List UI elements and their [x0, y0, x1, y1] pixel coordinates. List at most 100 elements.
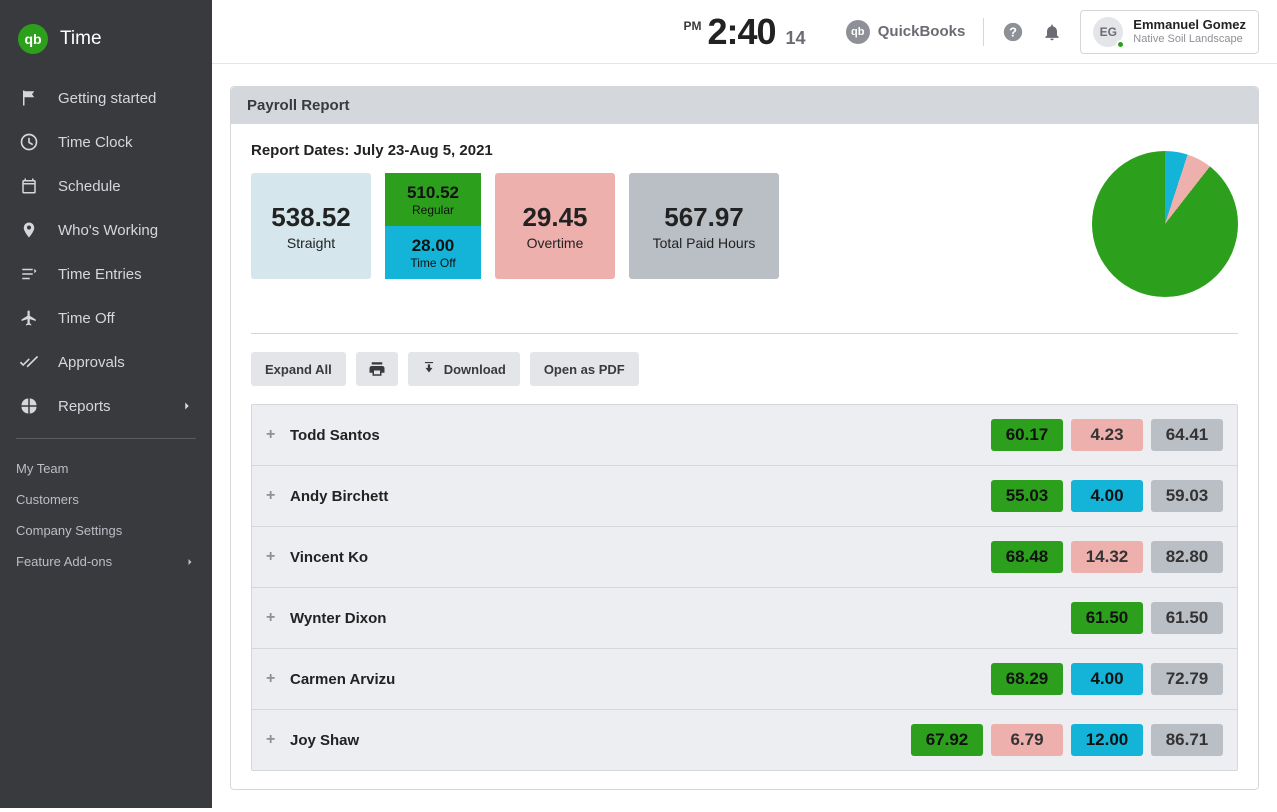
row-employee-name: Carmen Arvizu	[290, 671, 983, 688]
row-regular-hours: 67.92	[911, 724, 983, 756]
flag-icon	[18, 87, 40, 109]
button-label: Expand All	[265, 362, 332, 377]
sidebar-item-approvals[interactable]: Approvals	[0, 340, 212, 384]
print-icon	[368, 360, 386, 378]
row-timeoff-hours: 4.00	[1071, 663, 1143, 695]
row-timeoff-hours: 4.00	[1071, 480, 1143, 512]
row-regular-hours: 68.48	[991, 541, 1063, 573]
table-row: +Wynter Dixon61.5061.50	[252, 588, 1237, 649]
row-regular-hours: 55.03	[991, 480, 1063, 512]
row-regular-hours: 68.29	[991, 663, 1063, 695]
download-icon	[422, 362, 436, 376]
expand-row-button[interactable]: +	[266, 487, 282, 505]
row-total-hours: 86.71	[1151, 724, 1223, 756]
sidebar-item-label: Time Clock	[58, 134, 132, 151]
sidebar-item-time-off[interactable]: Time Off	[0, 296, 212, 340]
summary-total: 567.97 Total Paid Hours	[629, 173, 779, 279]
download-button[interactable]: Download	[408, 352, 520, 386]
button-label: Download	[444, 362, 506, 377]
summary-regular-label: Regular	[412, 203, 454, 217]
user-name: Emmanuel Gomez	[1133, 18, 1246, 32]
brand-name: Time	[60, 28, 102, 50]
sidebar-item-label: Schedule	[58, 178, 121, 195]
summary-timeoff: 28.00 Time Off	[385, 226, 481, 279]
summary-overtime: 29.45 Overtime	[495, 173, 615, 279]
summary-regular-timeoff: 510.52 Regular 28.00 Time Off	[385, 173, 481, 319]
summary-pie-chart	[1092, 151, 1238, 297]
plane-icon	[18, 307, 40, 329]
user-menu[interactable]: EG Emmanuel Gomez Native Soil Landscape	[1080, 10, 1259, 54]
row-overtime-hours: 14.32	[1071, 541, 1143, 573]
expand-row-button[interactable]: +	[266, 731, 282, 749]
report-dates-label: Report Dates:	[251, 142, 349, 159]
svg-text:?: ?	[1009, 24, 1017, 39]
sidebar-item-label: Customers	[16, 492, 79, 507]
report-rows: +Todd Santos60.174.2364.41+Andy Birchett…	[251, 404, 1238, 771]
row-overtime-hours: 6.79	[991, 724, 1063, 756]
panel-title: Payroll Report	[231, 87, 1258, 124]
topbar: PM 2:40 14 qb QuickBooks ? EG Emmanuel G…	[212, 0, 1277, 64]
table-row: + Carmen Arvizu 68.294.0072.79	[252, 649, 1237, 710]
expand-row-button[interactable]: +	[266, 670, 282, 688]
row-employee-name: Joy Shaw	[290, 732, 903, 749]
print-button[interactable]	[356, 352, 398, 386]
row-total-hours: 82.80	[1151, 541, 1223, 573]
quickbooks-link[interactable]: qb QuickBooks	[846, 20, 966, 44]
clock: PM 2:40 14	[683, 11, 805, 53]
row-total-hours: 72.79	[1151, 663, 1223, 695]
sidebar-item-label: Who's Working	[58, 222, 158, 239]
help-icon[interactable]: ?	[1002, 21, 1024, 43]
sidebar-item-label: Time Off	[58, 310, 115, 327]
content: Payroll Report Report Dates: July 23-Aug…	[212, 64, 1277, 812]
summary-total-value: 567.97	[664, 202, 744, 233]
sidebar-item-time-clock[interactable]: Time Clock	[0, 120, 212, 164]
row-employee-name: Wynter Dixon	[290, 610, 1063, 627]
summary-row: 538.52 Straight 510.52 Regular 28.00 Tim…	[251, 173, 1238, 319]
bell-icon[interactable]	[1042, 22, 1062, 42]
sidebar-item-getting-started[interactable]: Getting started	[0, 76, 212, 120]
quickbooks-icon: qb	[846, 20, 870, 44]
avatar: EG	[1093, 17, 1123, 47]
topbar-divider	[983, 18, 984, 46]
row-regular-hours: 60.17	[991, 419, 1063, 451]
clock-icon	[18, 131, 40, 153]
clock-time: 2:40	[707, 11, 775, 53]
quickbooks-label: QuickBooks	[878, 23, 966, 40]
report-panel: Payroll Report Report Dates: July 23-Aug…	[230, 86, 1259, 790]
chevron-right-icon	[184, 556, 196, 568]
sidebar-item-my-team[interactable]: My Team	[0, 453, 212, 484]
table-row: + Andy Birchett 55.034.0059.03	[252, 466, 1237, 527]
sidebar-item-label: My Team	[16, 461, 69, 476]
table-row: +Joy Shaw67.926.7912.0086.71	[252, 710, 1237, 770]
sidebar-item-customers[interactable]: Customers	[0, 484, 212, 515]
summary-total-label: Total Paid Hours	[653, 235, 756, 251]
expand-all-button[interactable]: Expand All	[251, 352, 346, 386]
summary-straight-label: Straight	[287, 235, 335, 251]
table-row: +Todd Santos60.174.2364.41	[252, 405, 1237, 466]
open-pdf-button[interactable]: Open as PDF	[530, 352, 639, 386]
action-row: Expand All Download Open as PDF	[251, 352, 1238, 386]
sidebar-item-company-settings[interactable]: Company Settings	[0, 515, 212, 546]
row-employee-name: Todd Santos	[290, 427, 983, 444]
row-overtime-hours: 4.23	[1071, 419, 1143, 451]
summary-regular: 510.52 Regular	[385, 173, 481, 226]
summary-straight: 538.52 Straight	[251, 173, 371, 279]
expand-row-button[interactable]: +	[266, 426, 282, 444]
sidebar-item-label: Reports	[58, 398, 111, 415]
summary-regular-value: 510.52	[407, 183, 459, 203]
sidebar-item-reports[interactable]: Reports	[0, 384, 212, 428]
chevron-right-icon	[180, 399, 194, 413]
sidebar-item-label: Feature Add-ons	[16, 554, 112, 569]
sidebar-item-time-entries[interactable]: Time Entries	[0, 252, 212, 296]
sidebar-item-whos-working[interactable]: Who's Working	[0, 208, 212, 252]
sidebar-item-feature-addons[interactable]: Feature Add-ons	[0, 546, 212, 577]
main: PM 2:40 14 qb QuickBooks ? EG Emmanuel G…	[212, 0, 1277, 808]
sidebar-item-schedule[interactable]: Schedule	[0, 164, 212, 208]
row-total-hours: 59.03	[1151, 480, 1223, 512]
expand-row-button[interactable]: +	[266, 609, 282, 627]
sidebar-item-label: Time Entries	[58, 266, 142, 283]
expand-row-button[interactable]: +	[266, 548, 282, 566]
summary-overtime-value: 29.45	[522, 202, 587, 233]
row-employee-name: Andy Birchett	[290, 488, 983, 505]
row-total-hours: 61.50	[1151, 602, 1223, 634]
